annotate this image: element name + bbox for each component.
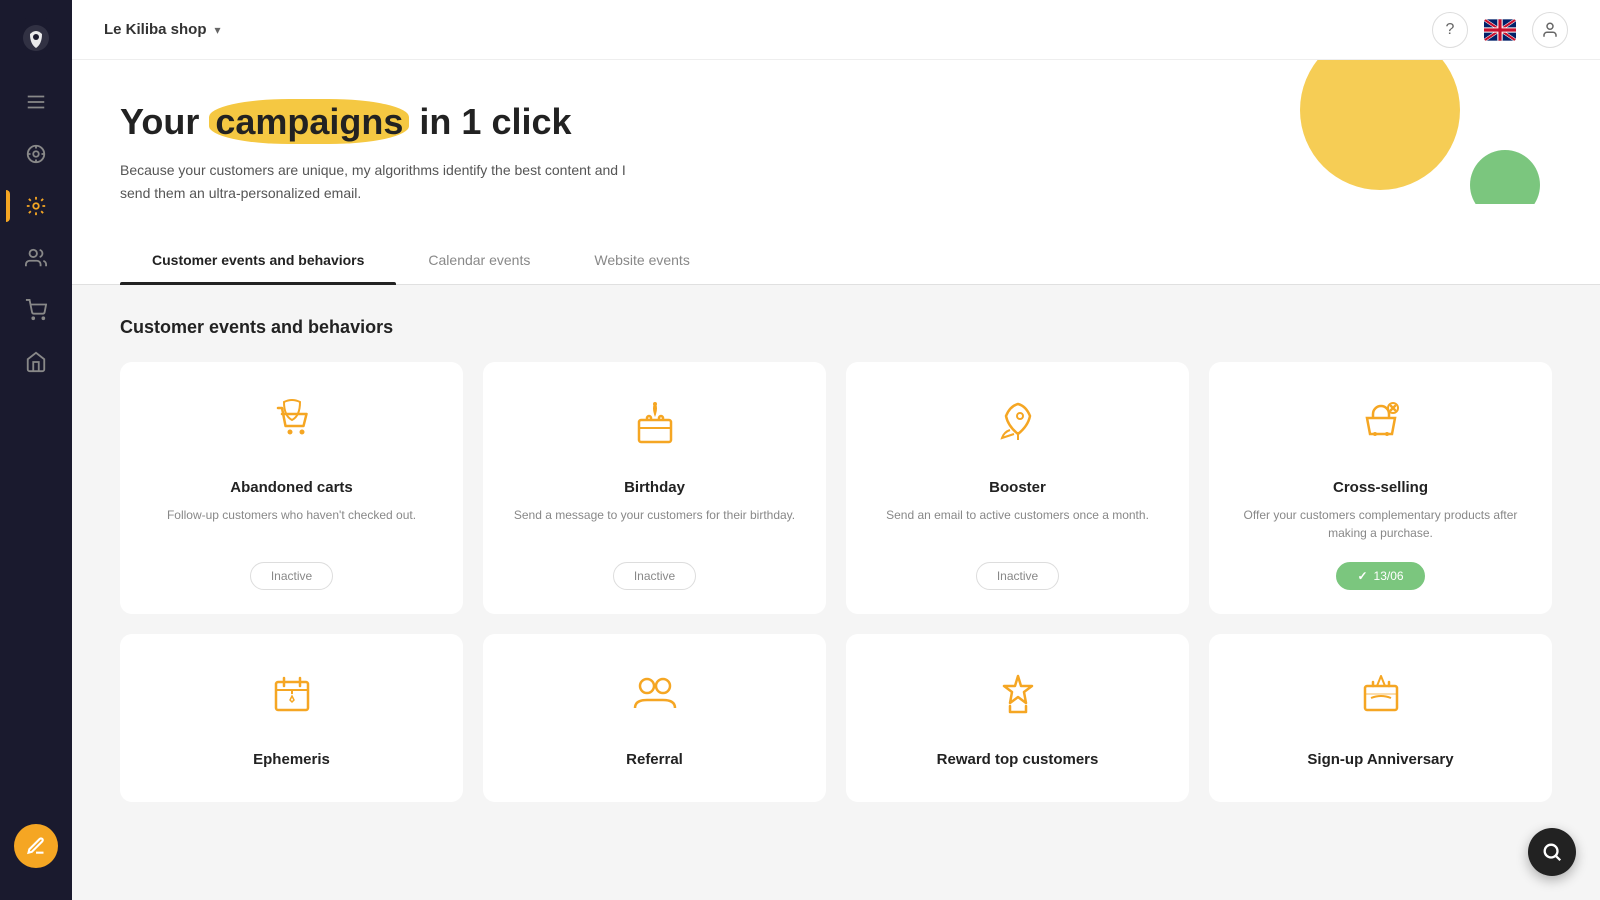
reward-top-customers-title: Reward top customers <box>937 751 1099 768</box>
card-birthday[interactable]: Birthday Send a message to your customer… <box>483 362 826 614</box>
cross-selling-desc: Offer your customers complementary produ… <box>1233 506 1528 542</box>
section-title: Customer events and behaviors <box>120 317 1552 338</box>
tab-calendar-events[interactable]: Calendar events <box>396 236 562 284</box>
chat-button[interactable] <box>14 824 58 868</box>
hero-title-part2: in 1 click <box>409 101 571 142</box>
abandoned-carts-desc: Follow-up customers who haven't checked … <box>167 506 416 542</box>
topbar-right: ? <box>1432 12 1568 48</box>
main-content: Le Kiliba shop ▾ ? <box>72 0 1600 900</box>
hero-decoration-large-circle <box>1300 60 1460 190</box>
tab-website-events[interactable]: Website events <box>562 236 721 284</box>
topbar-left: Le Kiliba shop ▾ <box>104 21 221 38</box>
card-ephemeris[interactable]: Ephemeris <box>120 634 463 802</box>
cross-selling-badge[interactable]: 13/06 <box>1336 562 1424 590</box>
hero-subtitle: Because your customers are unique, my al… <box>120 159 640 204</box>
signup-anniversary-icon <box>1353 666 1409 731</box>
abandoned-carts-icon <box>264 394 320 459</box>
card-abandoned-carts[interactable]: Abandoned carts Follow-up customers who … <box>120 362 463 614</box>
hero-section: Your campaigns in 1 click Because your c… <box>72 60 1600 204</box>
sidebar <box>0 0 72 900</box>
abandoned-carts-title: Abandoned carts <box>230 479 353 496</box>
card-cross-selling[interactable]: Cross-selling Offer your customers compl… <box>1209 362 1552 614</box>
birthday-title: Birthday <box>624 479 685 496</box>
card-reward-top-customers[interactable]: Reward top customers <box>846 634 1189 802</box>
shop-dropdown-icon[interactable]: ▾ <box>215 23 221 37</box>
sidebar-item-settings[interactable] <box>14 184 58 228</box>
sidebar-item-list[interactable] <box>14 80 58 124</box>
sidebar-item-palette[interactable] <box>14 132 58 176</box>
app-logo[interactable] <box>14 16 58 60</box>
shop-name: Le Kiliba shop <box>104 21 207 38</box>
help-button[interactable]: ? <box>1432 12 1468 48</box>
topbar: Le Kiliba shop ▾ ? <box>72 0 1600 60</box>
language-selector[interactable] <box>1484 19 1516 41</box>
booster-title: Booster <box>989 479 1046 496</box>
cards-row-2: Ephemeris Referral <box>120 634 1552 802</box>
ephemeris-icon <box>264 666 320 731</box>
cross-selling-title: Cross-selling <box>1333 479 1428 496</box>
content-area: Customer events and behaviors Abandoned … <box>72 285 1600 900</box>
card-booster[interactable]: Booster Send an email to active customer… <box>846 362 1189 614</box>
tabs-bar: Customer events and behaviors Calendar e… <box>72 236 1600 285</box>
booster-badge[interactable]: Inactive <box>976 562 1059 590</box>
sidebar-item-users[interactable] <box>14 236 58 280</box>
signup-anniversary-title: Sign-up Anniversary <box>1307 751 1453 768</box>
abandoned-carts-badge[interactable]: Inactive <box>250 562 333 590</box>
referral-title: Referral <box>626 751 683 768</box>
birthday-icon <box>627 394 683 459</box>
birthday-badge[interactable]: Inactive <box>613 562 696 590</box>
sidebar-item-cart[interactable] <box>14 288 58 332</box>
sidebar-bottom <box>14 824 58 884</box>
sidebar-item-store[interactable] <box>14 340 58 384</box>
referral-icon <box>627 666 683 731</box>
cards-row-1: Abandoned carts Follow-up customers who … <box>120 362 1552 614</box>
birthday-desc: Send a message to your customers for the… <box>514 506 795 542</box>
tab-customer-events[interactable]: Customer events and behaviors <box>120 236 396 284</box>
ephemeris-title: Ephemeris <box>253 751 330 768</box>
booster-icon <box>990 394 1046 459</box>
hero-decoration-small-circle <box>1470 150 1540 204</box>
search-floating-button[interactable] <box>1528 828 1576 876</box>
user-avatar[interactable] <box>1532 12 1568 48</box>
reward-icon <box>990 666 1046 731</box>
hero-title-part1: Your <box>120 101 209 142</box>
card-referral[interactable]: Referral <box>483 634 826 802</box>
cross-selling-icon <box>1353 394 1409 459</box>
booster-desc: Send an email to active customers once a… <box>886 506 1149 542</box>
card-signup-anniversary[interactable]: Sign-up Anniversary <box>1209 634 1552 802</box>
hero-title-highlight: campaigns <box>209 99 409 144</box>
question-icon: ? <box>1446 21 1455 39</box>
